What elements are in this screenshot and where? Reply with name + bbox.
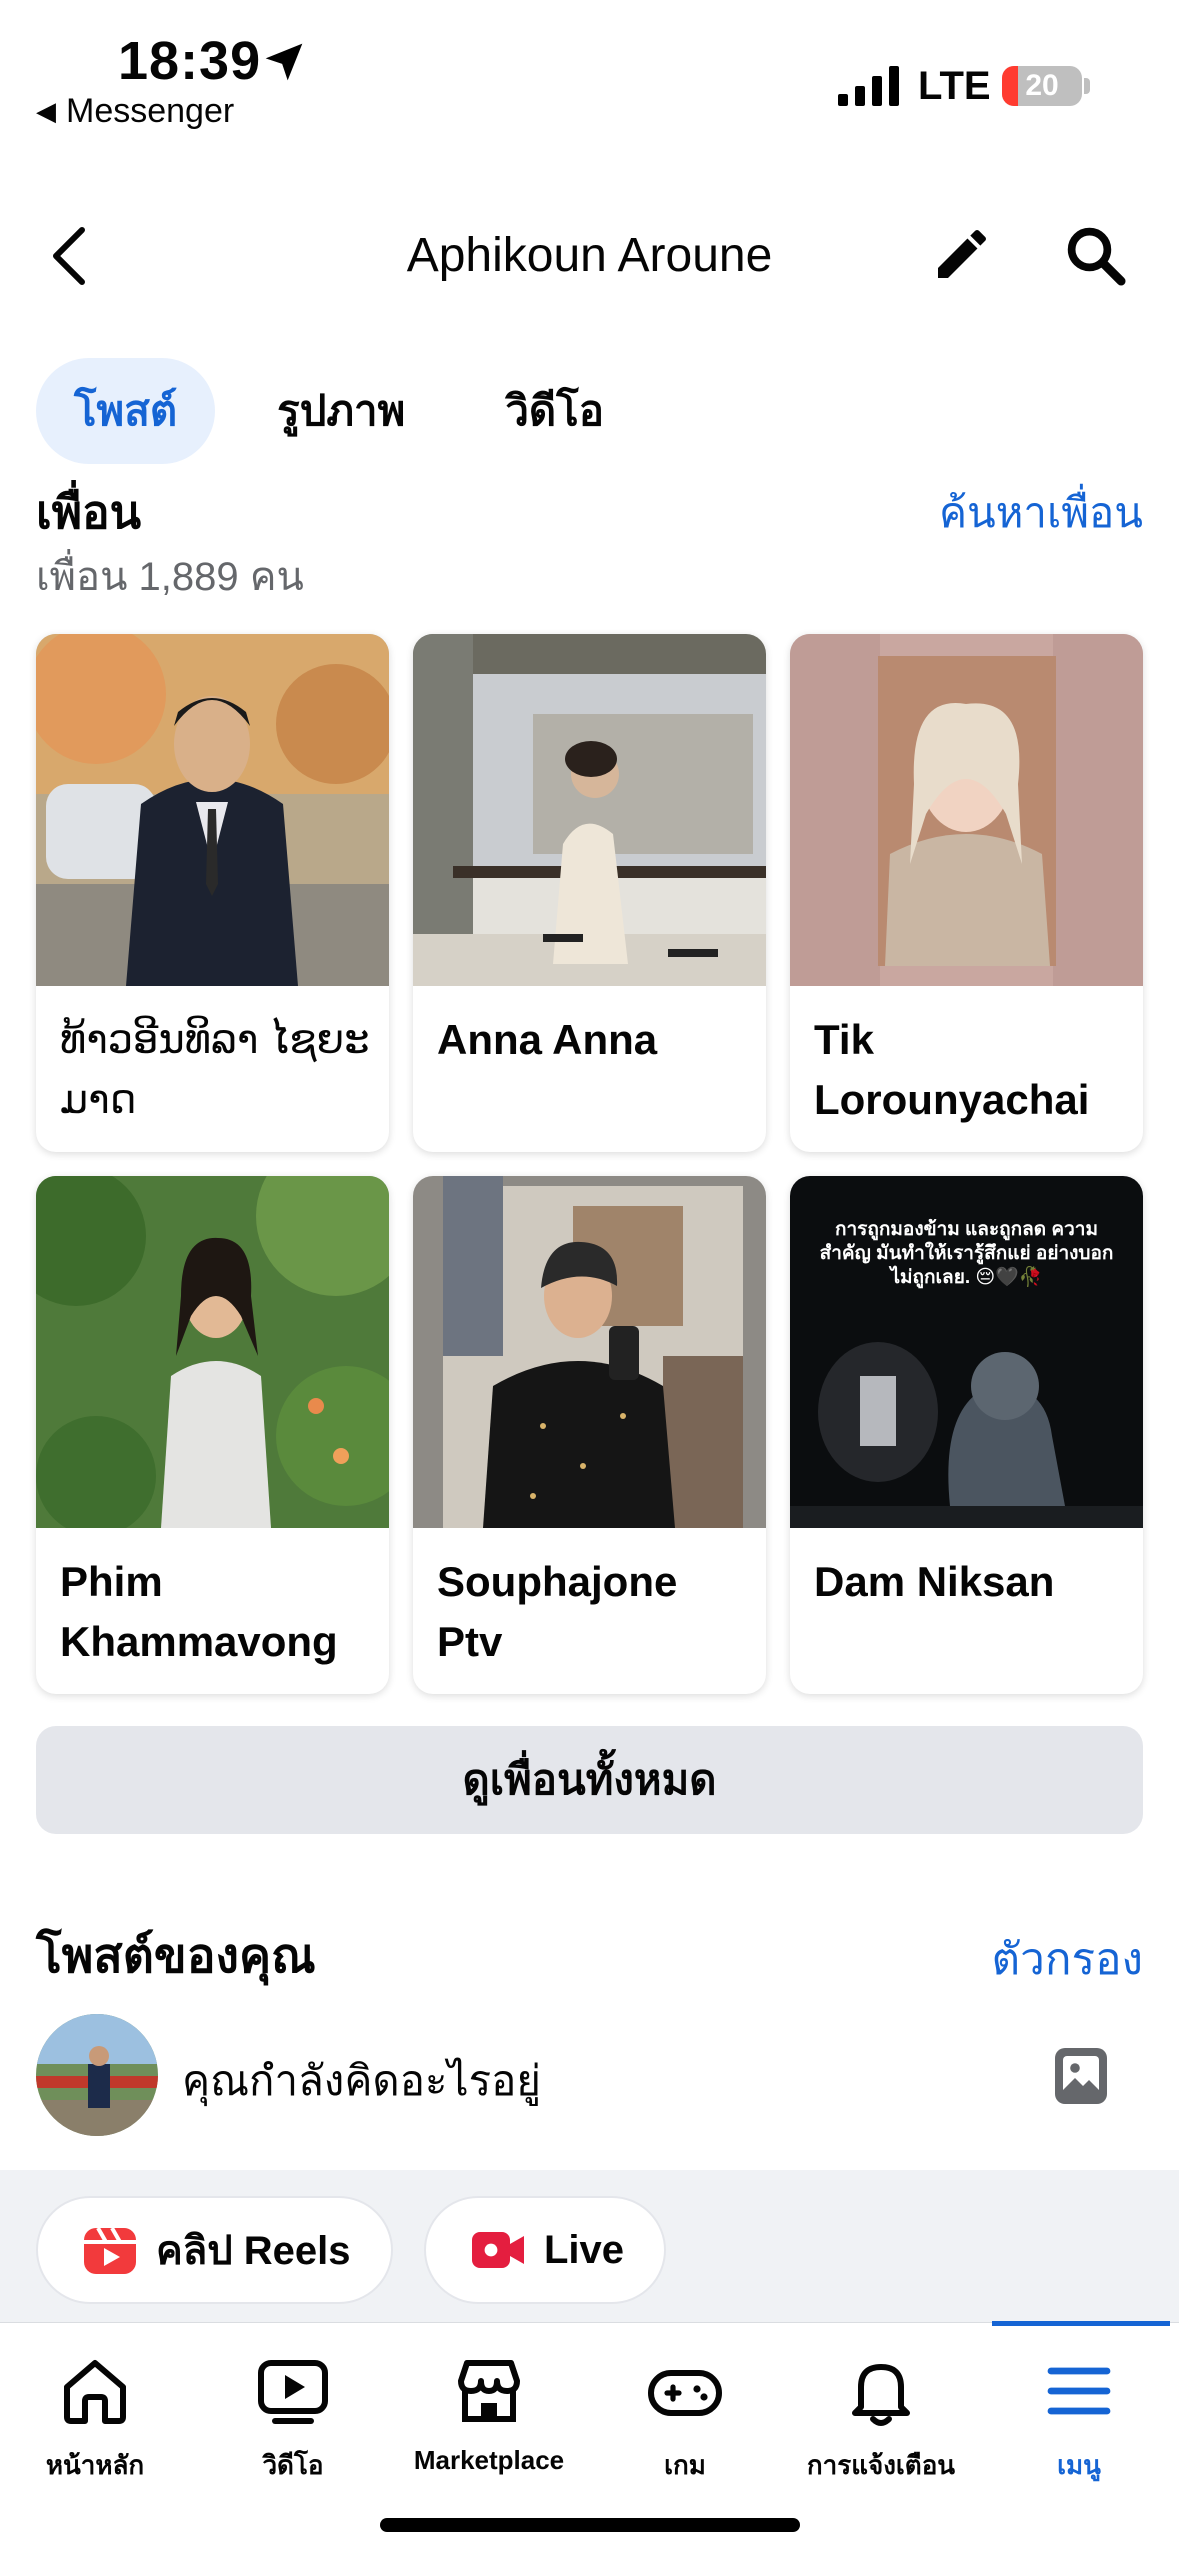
profile-tabs: โพสต์ รูปภาพ วิดีโอ [36, 358, 642, 464]
your-posts-title: โพสต์ของคุณ [36, 1930, 316, 1983]
friend-name: Souphajone Ptv [437, 1558, 678, 1665]
battery-icon: 20 [1002, 66, 1082, 106]
photo-icon[interactable] [1053, 2046, 1109, 2106]
back-to-app[interactable]: ◀ Messenger [36, 92, 234, 131]
reels-button[interactable]: คลิป Reels [36, 2196, 393, 2304]
tab-posts[interactable]: โพสต์ [36, 358, 216, 464]
nav-notifications-label: การแจ้งเตือน [806, 2450, 956, 2480]
posts-filter-link[interactable]: ตัวกรอง [992, 1924, 1143, 1994]
battery-percent: 20 [1025, 69, 1059, 102]
nav-video[interactable]: วิดีโอ [198, 2353, 388, 2486]
home-icon [64, 2360, 126, 2424]
menu-icon [1047, 2367, 1111, 2415]
friends-grid: ທ້າວອີນທິລາ ໄຊຍະມາດ Anna Anna Tik Loroun… [36, 634, 1143, 1694]
nav-notifications[interactable]: การแจ้งเตือน [786, 2353, 976, 2486]
friend-photo: การถูกมองข้าม และถูกลด ความสำคัญ มันทำให… [790, 1176, 1143, 1528]
nav-menu[interactable]: เมนู [984, 2353, 1174, 2486]
gaming-icon [648, 2370, 722, 2416]
back-app-label: Messenger [66, 92, 235, 130]
friend-photo [36, 1176, 389, 1528]
live-label: Live [544, 2227, 625, 2272]
nav-gaming[interactable]: เกม [590, 2353, 780, 2486]
friend-card[interactable]: การถูกมองข้าม และถูกลด ความสำคัญ มันทำให… [790, 1176, 1143, 1694]
friends-title: เพื่อน [36, 486, 142, 538]
friend-card[interactable]: ທ້າວອີນທິລາ ໄຊຍະມາດ [36, 634, 389, 1152]
friend-card[interactable]: Souphajone Ptv [413, 1176, 766, 1694]
edit-pencil-icon[interactable] [930, 222, 994, 286]
page-title: Aphikoun Aroune [406, 229, 773, 282]
network-type: LTE [918, 64, 991, 108]
nav-marketplace-label: Marketplace [413, 2445, 565, 2475]
friend-card[interactable]: Tik Lorounyachai [790, 634, 1143, 1152]
live-button[interactable]: Live [424, 2196, 667, 2304]
friends-count: เพื่อน 1,889 คน [36, 555, 304, 599]
see-all-friends-button[interactable]: ดูเพื่อนทั้งหมด [36, 1726, 1143, 1834]
video-icon [258, 2360, 328, 2424]
friend-card[interactable]: Anna Anna [413, 634, 766, 1152]
find-friends-link[interactable]: ค้นหาเพื่อน [939, 480, 1143, 546]
friend-photo [36, 634, 389, 986]
composer-placeholder[interactable]: คุณกำลังคิดอะไรอยู่ [182, 2048, 541, 2114]
friend-name: Phim Khammavong [60, 1558, 338, 1665]
friend-card[interactable]: Phim Khammavong [36, 1176, 389, 1694]
profile-header: Aphikoun Aroune [0, 200, 1179, 310]
friend-photo [413, 634, 766, 986]
nav-active-indicator [992, 2321, 1170, 2326]
search-icon[interactable] [1062, 222, 1128, 288]
avatar[interactable] [36, 2014, 158, 2136]
nav-home-label: หน้าหลัก [45, 2450, 145, 2480]
nav-gaming-label: เกม [664, 2450, 706, 2480]
nav-video-label: วิดีโอ [262, 2450, 324, 2480]
reels-label: คลิป Reels [156, 2229, 351, 2273]
tab-photos[interactable]: รูปภาพ [239, 358, 443, 464]
status-bar: 18:39 ◀ Messenger LTE 20 [0, 0, 1179, 150]
bell-icon [852, 2364, 910, 2426]
home-indicator [380, 2518, 800, 2532]
nav-marketplace[interactable]: Marketplace [394, 2353, 584, 2476]
location-arrow-icon [265, 43, 303, 81]
friend-name: Anna Anna [437, 1016, 658, 1063]
marketplace-icon [458, 2360, 520, 2422]
status-time: 18:39 [118, 31, 262, 91]
nav-menu-label: เมนู [1057, 2450, 1101, 2480]
friend-photo [790, 634, 1143, 986]
friend-photo-caption: การถูกมองข้าม และถูกลด ความสำคัญ มันทำให… [819, 1219, 1114, 1288]
cellular-signal-icon [838, 66, 899, 106]
nav-home[interactable]: หน้าหลัก [0, 2353, 190, 2486]
battery-cap [1084, 78, 1090, 94]
live-video-icon [472, 2232, 524, 2268]
friend-name: ທ້າວອີນທິລາ ໄຊຍະມາດ [60, 1018, 370, 1122]
friend-name: Tik Lorounyachai [814, 1016, 1090, 1123]
tab-videos[interactable]: วิดีโอ [467, 358, 642, 464]
post-composer[interactable]: คุณกำลังคิดอะไรอยู่ [36, 2010, 1143, 2140]
friend-name: Dam Niksan [814, 1558, 1055, 1605]
friend-photo [413, 1176, 766, 1528]
reels-icon [84, 2227, 136, 2274]
back-triangle-icon: ◀ [36, 96, 56, 126]
